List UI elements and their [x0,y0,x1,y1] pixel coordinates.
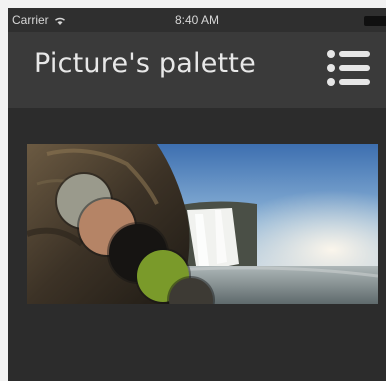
palette-picture[interactable] [27,144,378,304]
status-bar: Carrier 8:40 AM [8,8,386,32]
menu-button[interactable] [326,47,370,91]
menu-list-icon [327,50,370,86]
page-title: Picture's palette [34,48,256,79]
phone-screen: Carrier 8:40 AM Picture's palette [8,8,386,381]
status-time: 8:40 AM [174,13,220,27]
battery-icon [364,16,386,26]
navigation-bar: Picture's palette [8,32,386,108]
